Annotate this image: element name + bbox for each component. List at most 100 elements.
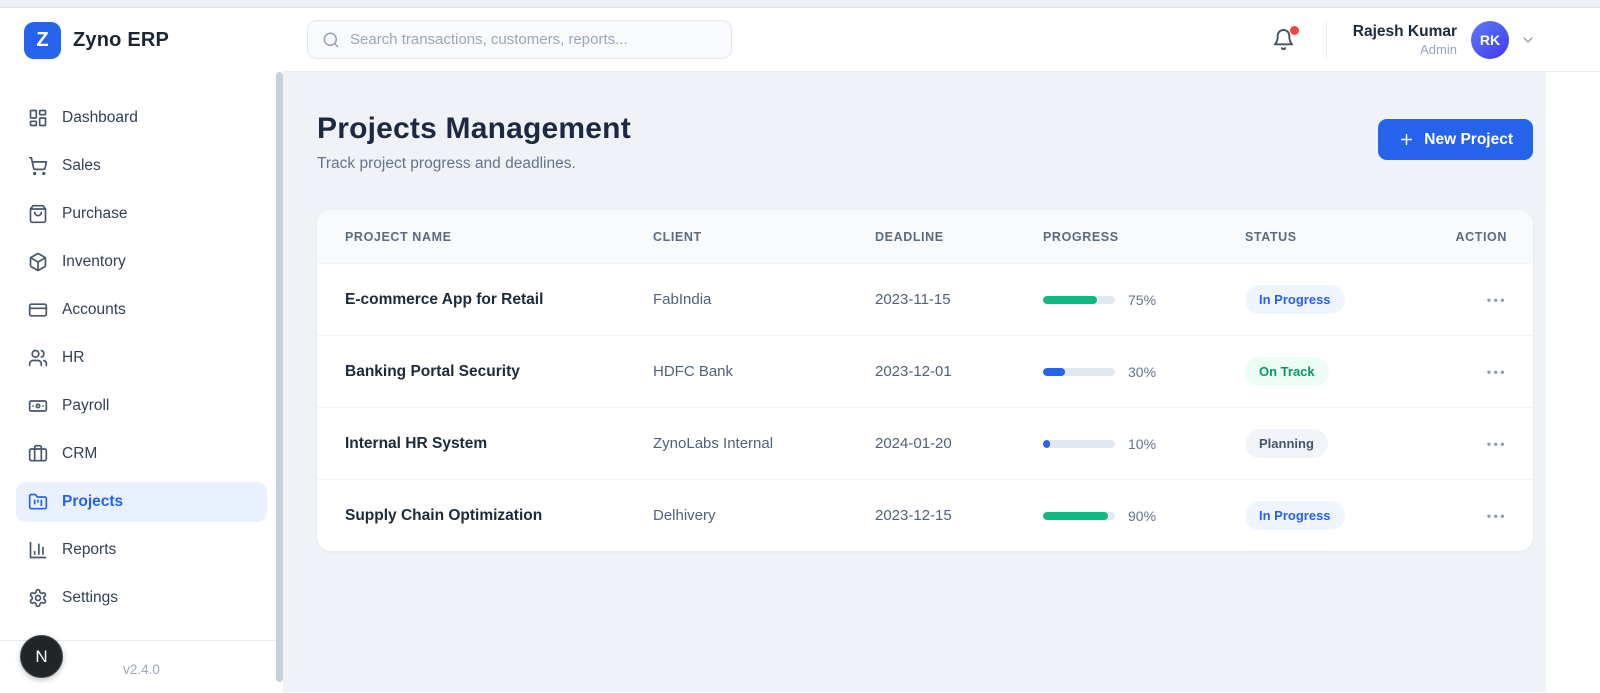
table-row[interactable]: Banking Portal Security HDFC Bank 2023-1…	[317, 336, 1533, 408]
cell-action: •••	[1455, 264, 1533, 336]
dev-tools-badge[interactable]: N	[20, 635, 63, 678]
progress-bar	[1043, 296, 1115, 304]
table-header-row: PROJECT NAMECLIENTDEADLINEPROGRESSSTATUS…	[317, 210, 1533, 264]
cell-action: •••	[1455, 408, 1533, 480]
cell-deadline: 2024-01-20	[875, 408, 1043, 480]
cell-project-name: Banking Portal Security	[317, 336, 653, 408]
plus-icon	[1398, 131, 1415, 148]
cell-action: •••	[1455, 480, 1533, 552]
chevron-down-icon[interactable]	[1520, 32, 1536, 48]
briefcase-icon	[28, 444, 48, 464]
sidebar-item-dashboard[interactable]: Dashboard	[16, 98, 267, 138]
app-logo: Z Zyno ERP	[0, 8, 283, 72]
sidebar-item-label: Settings	[62, 589, 118, 607]
cell-project-name: Supply Chain Optimization	[317, 480, 653, 552]
avatar[interactable]: RK	[1471, 21, 1509, 59]
progress-bar	[1043, 440, 1115, 448]
row-actions-button[interactable]: •••	[1487, 437, 1507, 451]
column-header: ACTION	[1455, 210, 1533, 264]
sidebar-item-label: CRM	[62, 445, 97, 463]
user-role: Admin	[1353, 42, 1457, 57]
row-actions-button[interactable]: •••	[1487, 365, 1507, 379]
table-row[interactable]: Internal HR System ZynoLabs Internal 202…	[317, 408, 1533, 480]
sidebar-item-sales[interactable]: Sales	[16, 146, 267, 186]
cell-status: Planning	[1245, 408, 1455, 480]
cell-status: In Progress	[1245, 264, 1455, 336]
app-title: Zyno ERP	[73, 29, 169, 52]
column-header: DEADLINE	[875, 210, 1043, 264]
notifications-button[interactable]	[1272, 28, 1296, 52]
credit-card-icon	[28, 300, 48, 320]
main-row: Projects Management Track project progre…	[283, 72, 1600, 692]
page-subtitle: Track project progress and deadlines.	[317, 155, 631, 173]
sidebar-item-hr[interactable]: HR	[16, 338, 267, 378]
sidebar-item-label: Accounts	[62, 301, 126, 319]
sidebar-scrollbar[interactable]	[276, 72, 283, 682]
sidebar-item-label: HR	[62, 349, 84, 367]
gear-icon	[28, 588, 48, 608]
cell-progress: 30%	[1043, 336, 1245, 408]
sidebar-item-label: Purchase	[62, 205, 127, 223]
package-icon	[28, 252, 48, 272]
bar-chart-icon	[28, 540, 48, 560]
cell-deadline: 2023-12-01	[875, 336, 1043, 408]
progress-label: 30%	[1128, 364, 1156, 380]
header-right-cluster: Rajesh Kumar Admin RK	[1272, 21, 1536, 59]
bell-icon	[1272, 38, 1295, 55]
app-shell: Z Zyno ERP Dashboard Sales Purchase Inve…	[0, 8, 1600, 692]
column-header: PROJECT NAME	[317, 210, 653, 264]
cell-action: •••	[1455, 336, 1533, 408]
search-icon	[322, 31, 340, 49]
column-header: PROGRESS	[1043, 210, 1245, 264]
page-title: Projects Management	[317, 112, 631, 146]
app-logo-icon: Z	[24, 22, 61, 59]
status-badge: In Progress	[1245, 501, 1345, 530]
app-version: v2.4.0	[123, 662, 160, 677]
progress-label: 90%	[1128, 508, 1156, 524]
row-actions-button[interactable]: •••	[1487, 509, 1507, 523]
sidebar-item-reports[interactable]: Reports	[16, 530, 267, 570]
status-badge: On Track	[1245, 357, 1329, 386]
cell-status: On Track	[1245, 336, 1455, 408]
column-header: STATUS	[1245, 210, 1455, 264]
user-info: Rajesh Kumar Admin	[1353, 22, 1457, 56]
sidebar-item-label: Inventory	[62, 253, 126, 271]
sidebar-item-inventory[interactable]: Inventory	[16, 242, 267, 282]
sidebar-nav: Dashboard Sales Purchase Inventory Accou…	[0, 72, 283, 626]
table-body: E-commerce App for Retail FabIndia 2023-…	[317, 264, 1533, 552]
table-row[interactable]: E-commerce App for Retail FabIndia 2023-…	[317, 264, 1533, 336]
header-divider	[1326, 22, 1327, 58]
row-actions-button[interactable]: •••	[1487, 293, 1507, 307]
window-top-strip	[0, 0, 1600, 8]
shopping-bag-icon	[28, 204, 48, 224]
sidebar-item-projects[interactable]: Projects	[16, 482, 267, 522]
new-project-button[interactable]: New Project	[1378, 119, 1533, 160]
progress-bar	[1043, 512, 1115, 520]
notification-dot	[1290, 26, 1299, 35]
cell-project-name: E-commerce App for Retail	[317, 264, 653, 336]
column-header: CLIENT	[653, 210, 875, 264]
search-input[interactable]	[350, 31, 717, 48]
page-scrollbar-gutter[interactable]	[1546, 72, 1600, 692]
sidebar-item-label: Projects	[62, 493, 123, 511]
sidebar-item-settings[interactable]: Settings	[16, 578, 267, 618]
user-name: Rajesh Kumar	[1353, 22, 1457, 41]
cell-project-name: Internal HR System	[317, 408, 653, 480]
status-badge: In Progress	[1245, 285, 1345, 314]
projects-table: PROJECT NAMECLIENTDEADLINEPROGRESSSTATUS…	[317, 210, 1533, 551]
cell-deadline: 2023-11-15	[875, 264, 1043, 336]
sidebar-item-label: Reports	[62, 541, 116, 559]
cell-client: FabIndia	[653, 264, 875, 336]
page-head-text: Projects Management Track project progre…	[317, 112, 631, 173]
sidebar-item-payroll[interactable]: Payroll	[16, 386, 267, 426]
new-project-label: New Project	[1424, 131, 1513, 149]
sidebar-item-accounts[interactable]: Accounts	[16, 290, 267, 330]
sidebar-item-purchase[interactable]: Purchase	[16, 194, 267, 234]
global-search[interactable]	[307, 20, 732, 59]
sidebar-item-label: Payroll	[62, 397, 109, 415]
sidebar-footer: N v2.4.0	[0, 640, 283, 692]
users-icon	[28, 348, 48, 368]
table-row[interactable]: Supply Chain Optimization Delhivery 2023…	[317, 480, 1533, 552]
cell-progress: 75%	[1043, 264, 1245, 336]
sidebar-item-crm[interactable]: CRM	[16, 434, 267, 474]
